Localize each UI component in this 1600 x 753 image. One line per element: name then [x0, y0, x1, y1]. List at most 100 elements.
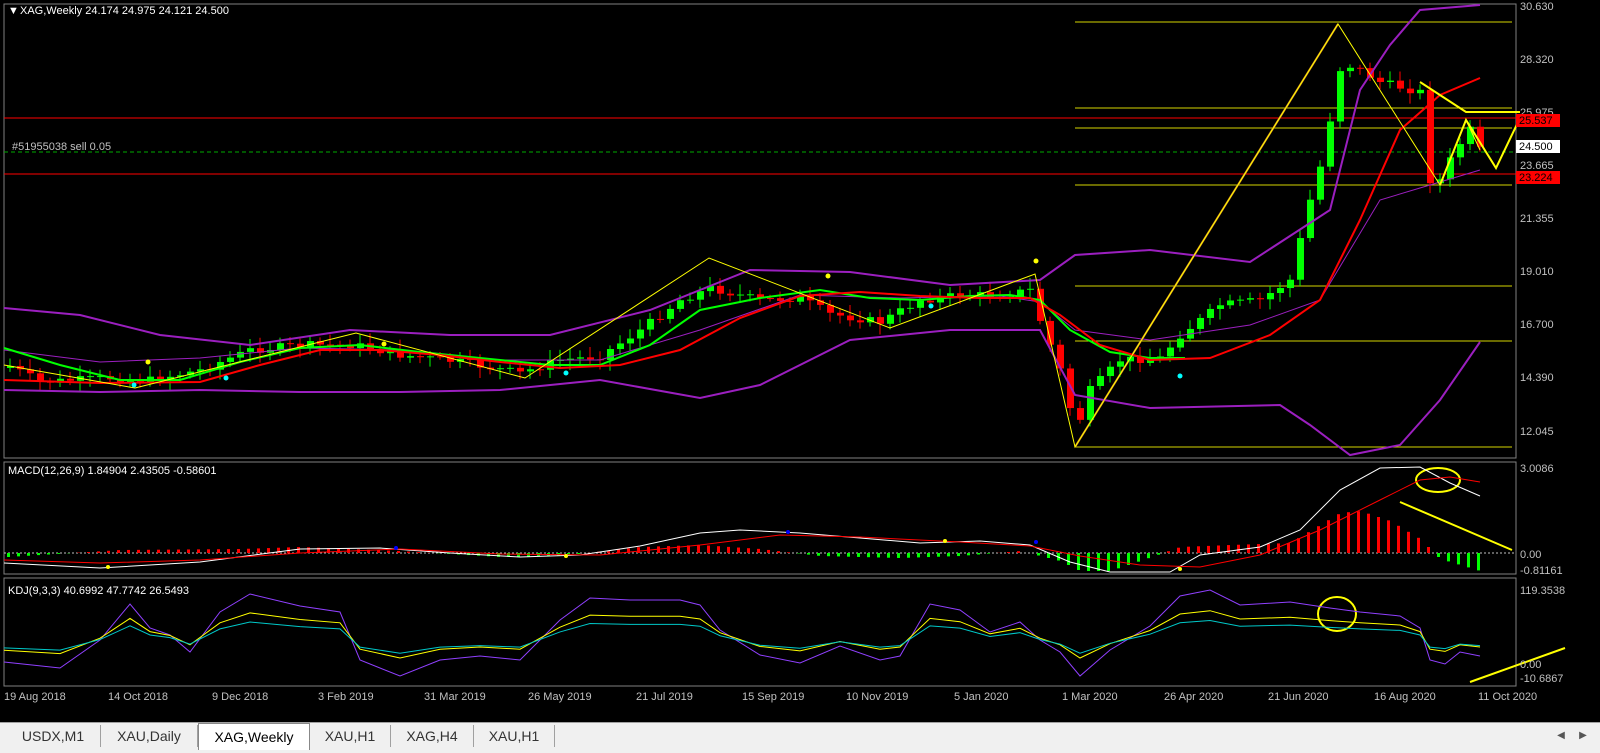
candle-body — [247, 348, 254, 352]
macd-histogram-bar — [17, 553, 20, 556]
price-label: 14.390 — [1520, 372, 1554, 384]
slow-moving-average — [4, 78, 1480, 383]
candle-body — [687, 300, 694, 301]
zigzag-line — [4, 24, 1480, 447]
candle-body — [1237, 300, 1244, 301]
current-price-text: 24.500 — [1519, 141, 1553, 153]
candle-body — [587, 357, 594, 359]
macd-histogram-bar — [897, 553, 900, 558]
candle-body — [527, 369, 534, 371]
time-label: 1 Mar 2020 — [1062, 691, 1118, 703]
candle-body — [1267, 293, 1274, 299]
macd-histogram-bar — [27, 553, 30, 556]
macd-histogram-bar — [967, 553, 970, 555]
candle-body — [847, 316, 854, 321]
macd-histogram-bar — [837, 553, 840, 556]
macd-histogram-bar — [387, 551, 390, 553]
candle-body — [637, 330, 644, 339]
macd-histogram-bar — [207, 549, 210, 553]
triangle-left-icon[interactable]: ◀ — [1552, 727, 1570, 745]
kdj-pane[interactable] — [4, 590, 1565, 682]
chart-title: XAG,Weekly 24.174 24.975 24.121 24.500 — [20, 5, 229, 17]
macd-histogram-bar — [117, 550, 120, 553]
macd-pane[interactable] — [4, 467, 1516, 572]
candle-body — [427, 356, 434, 357]
macd-histogram-bar — [87, 552, 90, 553]
time-label: 31 Mar 2019 — [424, 691, 486, 703]
candle-body — [727, 294, 734, 296]
highlight-circle — [1318, 597, 1356, 631]
macd-histogram-bar — [867, 553, 870, 557]
tab-xau-h1-2[interactable]: XAU,H1 — [474, 725, 555, 747]
macd-histogram-bar — [1427, 547, 1430, 553]
candle-body — [1177, 339, 1184, 348]
macd-histogram-bar — [97, 551, 100, 553]
candle-body — [917, 301, 924, 308]
macd-histogram-bar — [517, 553, 520, 557]
candle-body — [1257, 298, 1264, 299]
macd-histogram-bar — [887, 553, 890, 558]
candle-body — [407, 356, 414, 358]
candle-body — [67, 379, 74, 381]
macd-histogram-bar — [637, 547, 640, 553]
tab-usdx-m1[interactable]: USDX,M1 — [6, 725, 101, 747]
macd-histogram-bar — [977, 553, 980, 555]
macd-histogram-bar — [167, 550, 170, 553]
macd-histogram-bar — [1297, 538, 1300, 553]
tab-xau-h1[interactable]: XAU,H1 — [310, 725, 391, 747]
macd-histogram-bar — [37, 553, 40, 555]
time-label: 16 Aug 2020 — [1374, 691, 1436, 703]
candle-body — [907, 308, 914, 309]
candle-body — [837, 313, 844, 316]
macd-histogram-bar — [807, 553, 810, 555]
time-label: 21 Jul 2019 — [636, 691, 693, 703]
macd-histogram-bar — [1237, 545, 1240, 553]
price-label: 19.010 — [1520, 266, 1554, 278]
tab-xag-weekly[interactable]: XAG,Weekly — [198, 723, 310, 750]
triangle-right-icon[interactable]: ▶ — [1574, 727, 1592, 745]
pane-menu-icon[interactable]: ▼ — [8, 5, 19, 17]
macd-histogram-bar — [1447, 553, 1450, 561]
tab-xau-daily[interactable]: XAU,Daily — [101, 725, 198, 747]
macd-histogram-bar — [417, 552, 420, 553]
kdj-axis-label: 0.00 — [1520, 659, 1541, 671]
candle-body — [1287, 280, 1294, 288]
macd-histogram-bar — [857, 553, 860, 557]
candle-body — [497, 368, 504, 369]
macd-histogram-bar — [1357, 511, 1360, 553]
candle-body — [927, 301, 934, 303]
macd-histogram-bar — [1417, 538, 1420, 553]
fractal-dot — [1034, 259, 1039, 264]
macd-histogram-bar — [197, 549, 200, 553]
fractal-dot — [826, 274, 831, 279]
candle-body — [507, 368, 514, 369]
candle-body — [1087, 386, 1094, 420]
signal-arrow — [1034, 540, 1038, 544]
candle-body — [617, 343, 624, 349]
macd-histogram-bar — [397, 551, 400, 553]
chart-canvas[interactable]: ▼ XAG,Weekly 24.174 24.975 24.121 24.500… — [0, 0, 1600, 752]
main-price-pane[interactable] — [4, 5, 1520, 455]
time-label: 15 Sep 2019 — [742, 691, 804, 703]
annotation-arrow — [1400, 502, 1512, 550]
signal-arrow — [786, 530, 790, 534]
candle-body — [947, 293, 954, 296]
macd-histogram-bar — [1157, 553, 1160, 555]
macd-histogram-bar — [1007, 552, 1010, 553]
tab-xag-h4[interactable]: XAG,H4 — [391, 725, 474, 747]
candle-body — [517, 368, 524, 372]
macd-histogram-bar — [1107, 553, 1110, 571]
kdj-axis-label: 119.3538 — [1520, 585, 1565, 597]
macd-histogram-bar — [877, 553, 880, 557]
time-label: 26 Apr 2020 — [1164, 691, 1223, 703]
macd-histogram-bar — [777, 551, 780, 553]
candle-body — [1397, 81, 1404, 89]
candle-body — [897, 308, 904, 314]
order-label[interactable]: #51955038 sell 0.05 — [12, 141, 111, 153]
macd-histogram-bar — [217, 549, 220, 553]
candle-body — [657, 319, 664, 320]
macd-histogram-bar — [1187, 547, 1190, 553]
macd-histogram-bar — [697, 545, 700, 553]
macd-histogram-bar — [137, 550, 140, 553]
macd-histogram-bar — [297, 547, 300, 553]
